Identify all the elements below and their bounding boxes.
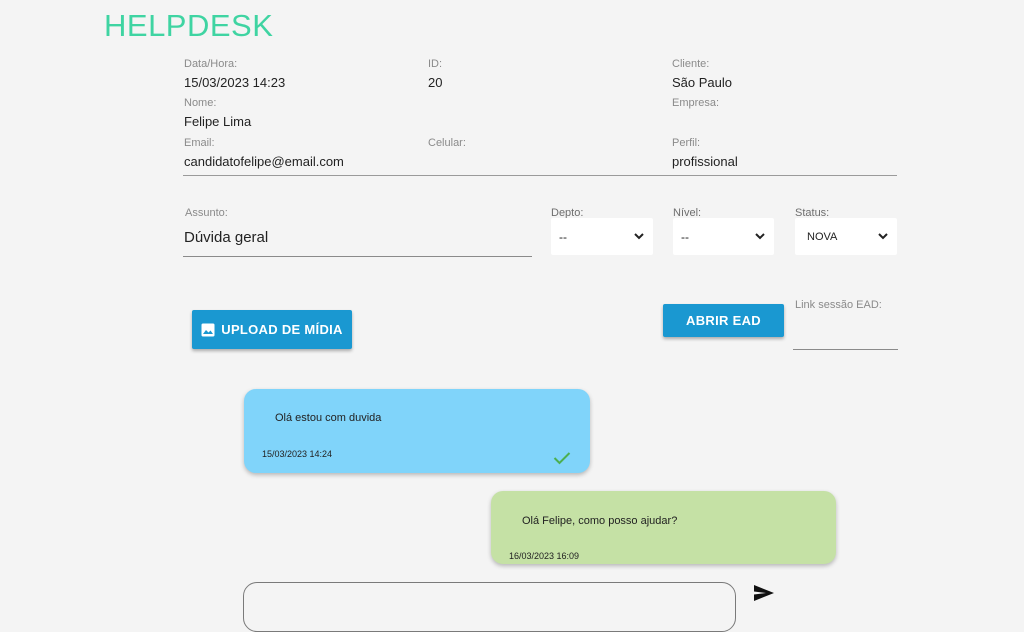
message-text: Olá Felipe, como posso ajudar? bbox=[522, 515, 678, 527]
upload-label: UPLOAD DE MÍDIA bbox=[221, 322, 343, 337]
chevron-down-icon bbox=[878, 233, 888, 240]
status-select[interactable]: NOVA bbox=[795, 218, 897, 255]
field-value: 15/03/2023 14:23 bbox=[184, 75, 286, 90]
info-divider bbox=[183, 175, 897, 176]
chevron-down-icon bbox=[755, 233, 765, 240]
nivel-select[interactable]: -- bbox=[673, 218, 774, 255]
check-icon bbox=[553, 452, 571, 465]
chevron-down-icon bbox=[634, 233, 644, 240]
field-label: Cliente: bbox=[672, 58, 710, 70]
message-input[interactable] bbox=[243, 582, 736, 632]
depto-select[interactable]: -- bbox=[551, 218, 653, 255]
message-time: 15/03/2023 14:24 bbox=[262, 449, 333, 459]
field-label: Celular: bbox=[428, 137, 466, 149]
send-icon[interactable] bbox=[753, 584, 775, 602]
field-value: 20 bbox=[428, 75, 443, 90]
field-label: Nome: bbox=[184, 97, 217, 109]
field-value: profissional bbox=[672, 154, 738, 169]
field-value: Felipe Lima bbox=[184, 114, 252, 129]
field-empresa: Empresa: bbox=[672, 97, 719, 114]
field-label: Empresa: bbox=[672, 97, 720, 109]
link-sessao-input[interactable] bbox=[793, 349, 898, 350]
field-label: Perfil: bbox=[672, 137, 701, 149]
field-value: candidatofelipe@email.com bbox=[184, 154, 344, 169]
field-value: São Paulo bbox=[672, 75, 732, 90]
field-cliente: Cliente: São Paulo bbox=[672, 58, 732, 90]
assunto-label: Assunto: bbox=[185, 207, 228, 219]
field-perfil: Perfil: profissional bbox=[672, 137, 738, 169]
field-celular: Celular: bbox=[428, 137, 466, 154]
field-nome: Nome: Felipe Lima bbox=[184, 97, 251, 129]
field-email: Email: candidatofelipe@email.com bbox=[184, 137, 344, 169]
field-label: Email: bbox=[184, 137, 215, 149]
message-time: 16/03/2023 16:09 bbox=[509, 551, 580, 561]
field-label: ID: bbox=[428, 58, 443, 70]
depto-value: -- bbox=[559, 229, 567, 244]
assunto-underline bbox=[183, 256, 532, 257]
field-label: Data/Hora: bbox=[184, 58, 238, 70]
status-value: NOVA bbox=[807, 230, 838, 243]
link-sessao-label: Link sessão EAD: bbox=[795, 299, 882, 311]
chat-message: Olá Felipe, como posso ajudar? 16/03/202… bbox=[491, 491, 836, 564]
upload-media-button[interactable]: UPLOAD DE MÍDIA bbox=[192, 310, 352, 349]
field-datahora: Data/Hora: 15/03/2023 14:23 bbox=[184, 58, 285, 90]
abrir-ead-button[interactable]: ABRIR EAD bbox=[663, 304, 784, 337]
image-icon bbox=[201, 323, 215, 336]
message-text: Olá estou com duvida bbox=[275, 412, 382, 424]
assunto-input[interactable]: Dúvida geral bbox=[184, 229, 268, 246]
abrir-label: ABRIR EAD bbox=[686, 313, 761, 328]
app-title: HELPDESK bbox=[104, 8, 274, 43]
field-id: ID: 20 bbox=[428, 58, 442, 90]
nivel-value: -- bbox=[681, 229, 689, 244]
chat-message: Olá estou com duvida 15/03/2023 14:24 bbox=[244, 389, 590, 473]
